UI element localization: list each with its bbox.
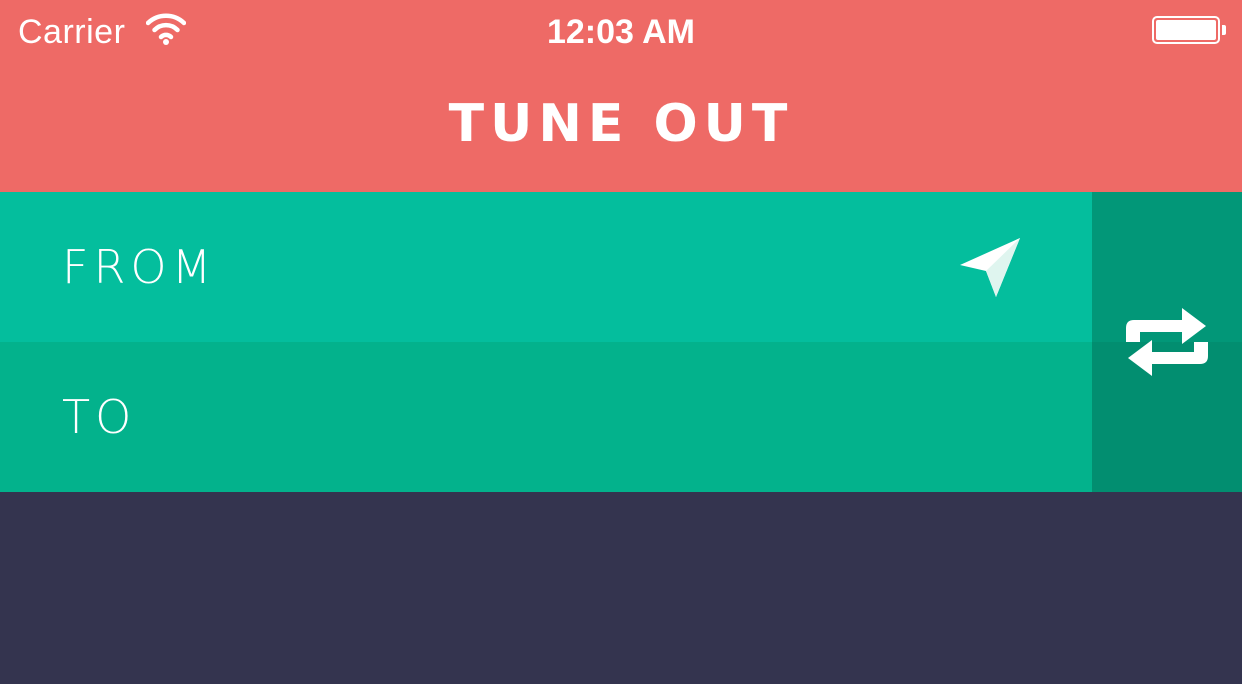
location-arrow-icon: [960, 238, 1020, 297]
to-label: TO: [62, 390, 137, 444]
battery-icon: [1152, 16, 1220, 44]
app-title: TUNE OUT: [448, 94, 794, 154]
to-field[interactable]: TO: [0, 342, 1092, 492]
battery-tip: [1222, 25, 1226, 35]
from-label: FROM: [62, 240, 217, 294]
swap-route-button[interactable]: [1092, 192, 1242, 492]
status-time: 12:03 AM: [546, 13, 696, 51]
app-header: Carrier 12:03 AM TUNE OUT: [0, 0, 1242, 192]
battery-level: [1156, 20, 1216, 40]
content-area: [0, 492, 1242, 684]
from-field[interactable]: FROM: [0, 192, 1092, 342]
locate-me-button[interactable]: [956, 234, 1024, 302]
status-bar: Carrier 12:03 AM: [0, 0, 1242, 64]
swap-arrows-icon: [1126, 308, 1208, 376]
